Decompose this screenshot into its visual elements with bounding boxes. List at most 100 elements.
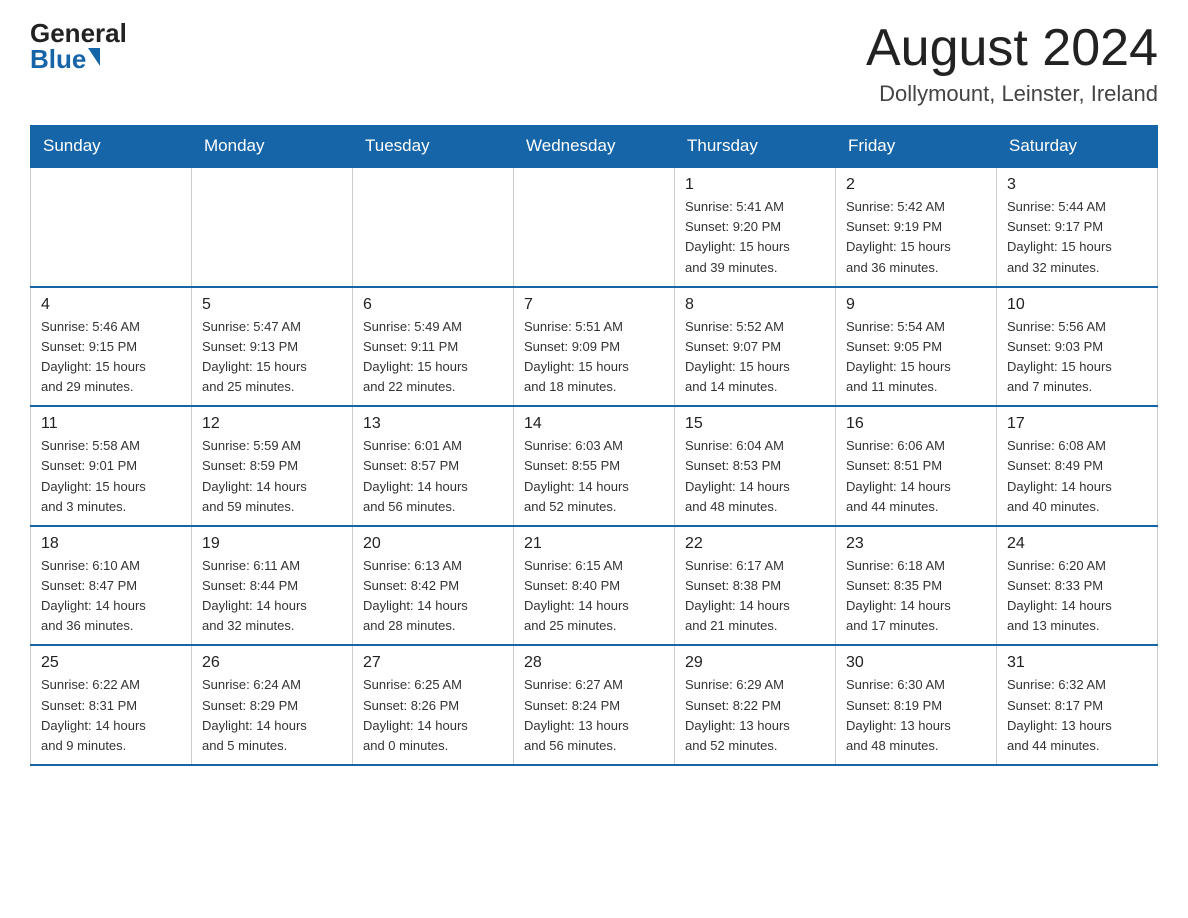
day-number: 31 — [1007, 654, 1147, 672]
calendar-cell: 27 Sunrise: 6:25 AM Sunset: 8:26 PM Dayli… — [353, 645, 514, 765]
calendar-cell — [353, 167, 514, 287]
calendar-cell: 17 Sunrise: 6:08 AM Sunset: 8:49 PM Dayli… — [997, 406, 1158, 526]
day-number: 10 — [1007, 296, 1147, 314]
day-number: 20 — [363, 535, 503, 553]
day-number: 3 — [1007, 176, 1147, 194]
day-info: Sunrise: 6:32 AM Sunset: 8:17 PM Dayligh… — [1007, 675, 1147, 756]
day-info: Sunrise: 6:17 AM Sunset: 8:38 PM Dayligh… — [685, 556, 825, 637]
calendar-week-row: 11 Sunrise: 5:58 AM Sunset: 9:01 PM Dayli… — [31, 406, 1158, 526]
day-info: Sunrise: 6:10 AM Sunset: 8:47 PM Dayligh… — [41, 556, 181, 637]
day-number: 6 — [363, 296, 503, 314]
day-number: 1 — [685, 176, 825, 194]
day-number: 12 — [202, 415, 342, 433]
calendar-week-row: 25 Sunrise: 6:22 AM Sunset: 8:31 PM Dayli… — [31, 645, 1158, 765]
day-number: 25 — [41, 654, 181, 672]
calendar-table: SundayMondayTuesdayWednesdayThursdayFrid… — [30, 125, 1158, 766]
calendar-cell: 12 Sunrise: 5:59 AM Sunset: 8:59 PM Dayli… — [192, 406, 353, 526]
calendar-cell — [31, 167, 192, 287]
title-block: August 2024 Dollymount, Leinster, Irelan… — [866, 20, 1158, 107]
day-info: Sunrise: 5:42 AM Sunset: 9:19 PM Dayligh… — [846, 197, 986, 278]
day-number: 30 — [846, 654, 986, 672]
logo-blue-text: Blue — [30, 46, 100, 72]
calendar-header-tuesday: Tuesday — [353, 126, 514, 168]
day-number: 11 — [41, 415, 181, 433]
day-number: 9 — [846, 296, 986, 314]
calendar-cell: 21 Sunrise: 6:15 AM Sunset: 8:40 PM Dayli… — [514, 526, 675, 646]
location-label: Dollymount, Leinster, Ireland — [866, 81, 1158, 107]
calendar-cell: 3 Sunrise: 5:44 AM Sunset: 9:17 PM Daylig… — [997, 167, 1158, 287]
calendar-cell: 24 Sunrise: 6:20 AM Sunset: 8:33 PM Dayli… — [997, 526, 1158, 646]
day-number: 7 — [524, 296, 664, 314]
calendar-header-saturday: Saturday — [997, 126, 1158, 168]
calendar-header-sunday: Sunday — [31, 126, 192, 168]
day-info: Sunrise: 6:30 AM Sunset: 8:19 PM Dayligh… — [846, 675, 986, 756]
day-info: Sunrise: 6:06 AM Sunset: 8:51 PM Dayligh… — [846, 436, 986, 517]
day-info: Sunrise: 6:20 AM Sunset: 8:33 PM Dayligh… — [1007, 556, 1147, 637]
day-info: Sunrise: 5:59 AM Sunset: 8:59 PM Dayligh… — [202, 436, 342, 517]
calendar-header-monday: Monday — [192, 126, 353, 168]
calendar-header-row: SundayMondayTuesdayWednesdayThursdayFrid… — [31, 126, 1158, 168]
day-info: Sunrise: 6:22 AM Sunset: 8:31 PM Dayligh… — [41, 675, 181, 756]
day-info: Sunrise: 6:13 AM Sunset: 8:42 PM Dayligh… — [363, 556, 503, 637]
logo-general-text: General — [30, 20, 127, 46]
calendar-cell: 23Sunrise: 6:18 AM Sunset: 8:35 PM Dayli… — [836, 526, 997, 646]
calendar-header-friday: Friday — [836, 126, 997, 168]
day-number: 22 — [685, 535, 825, 553]
day-info: Sunrise: 5:47 AM Sunset: 9:13 PM Dayligh… — [202, 317, 342, 398]
calendar-cell: 20 Sunrise: 6:13 AM Sunset: 8:42 PM Dayli… — [353, 526, 514, 646]
calendar-cell: 19 Sunrise: 6:11 AM Sunset: 8:44 PM Dayli… — [192, 526, 353, 646]
calendar-cell: 4Sunrise: 5:46 AM Sunset: 9:15 PM Daylig… — [31, 287, 192, 407]
calendar-cell: 26 Sunrise: 6:24 AM Sunset: 8:29 PM Dayli… — [192, 645, 353, 765]
day-number: 28 — [524, 654, 664, 672]
day-number: 5 — [202, 296, 342, 314]
calendar-cell: 5 Sunrise: 5:47 AM Sunset: 9:13 PM Daylig… — [192, 287, 353, 407]
day-info: Sunrise: 6:29 AM Sunset: 8:22 PM Dayligh… — [685, 675, 825, 756]
calendar-cell: 10Sunrise: 5:56 AM Sunset: 9:03 PM Dayli… — [997, 287, 1158, 407]
day-info: Sunrise: 6:27 AM Sunset: 8:24 PM Dayligh… — [524, 675, 664, 756]
day-info: Sunrise: 6:25 AM Sunset: 8:26 PM Dayligh… — [363, 675, 503, 756]
calendar-week-row: 1 Sunrise: 5:41 AM Sunset: 9:20 PM Daylig… — [31, 167, 1158, 287]
day-number: 16 — [846, 415, 986, 433]
day-info: Sunrise: 5:41 AM Sunset: 9:20 PM Dayligh… — [685, 197, 825, 278]
calendar-cell: 13Sunrise: 6:01 AM Sunset: 8:57 PM Dayli… — [353, 406, 514, 526]
day-number: 27 — [363, 654, 503, 672]
calendar-cell: 18 Sunrise: 6:10 AM Sunset: 8:47 PM Dayli… — [31, 526, 192, 646]
calendar-cell: 30 Sunrise: 6:30 AM Sunset: 8:19 PM Dayli… — [836, 645, 997, 765]
day-info: Sunrise: 6:15 AM Sunset: 8:40 PM Dayligh… — [524, 556, 664, 637]
day-info: Sunrise: 6:03 AM Sunset: 8:55 PM Dayligh… — [524, 436, 664, 517]
day-info: Sunrise: 6:24 AM Sunset: 8:29 PM Dayligh… — [202, 675, 342, 756]
calendar-cell: 7 Sunrise: 5:51 AM Sunset: 9:09 PM Daylig… — [514, 287, 675, 407]
calendar-cell — [192, 167, 353, 287]
calendar-cell: 6Sunrise: 5:49 AM Sunset: 9:11 PM Daylig… — [353, 287, 514, 407]
day-number: 26 — [202, 654, 342, 672]
calendar-cell: 31 Sunrise: 6:32 AM Sunset: 8:17 PM Dayli… — [997, 645, 1158, 765]
day-number: 19 — [202, 535, 342, 553]
calendar-cell: 2 Sunrise: 5:42 AM Sunset: 9:19 PM Daylig… — [836, 167, 997, 287]
day-number: 23 — [846, 535, 986, 553]
calendar-cell: 16 Sunrise: 6:06 AM Sunset: 8:51 PM Dayli… — [836, 406, 997, 526]
calendar-cell: 14Sunrise: 6:03 AM Sunset: 8:55 PM Dayli… — [514, 406, 675, 526]
page-header: General Blue August 2024 Dollymount, Lei… — [30, 20, 1158, 107]
day-number: 17 — [1007, 415, 1147, 433]
day-number: 8 — [685, 296, 825, 314]
day-number: 29 — [685, 654, 825, 672]
day-number: 24 — [1007, 535, 1147, 553]
month-title: August 2024 — [866, 20, 1158, 77]
day-info: Sunrise: 5:58 AM Sunset: 9:01 PM Dayligh… — [41, 436, 181, 517]
day-info: Sunrise: 5:51 AM Sunset: 9:09 PM Dayligh… — [524, 317, 664, 398]
calendar-cell: 25 Sunrise: 6:22 AM Sunset: 8:31 PM Dayli… — [31, 645, 192, 765]
day-number: 18 — [41, 535, 181, 553]
calendar-header-thursday: Thursday — [675, 126, 836, 168]
day-info: Sunrise: 5:44 AM Sunset: 9:17 PM Dayligh… — [1007, 197, 1147, 278]
day-number: 2 — [846, 176, 986, 194]
day-info: Sunrise: 6:11 AM Sunset: 8:44 PM Dayligh… — [202, 556, 342, 637]
calendar-cell: 29 Sunrise: 6:29 AM Sunset: 8:22 PM Dayli… — [675, 645, 836, 765]
day-number: 21 — [524, 535, 664, 553]
logo: General Blue — [30, 20, 127, 72]
calendar-cell: 22 Sunrise: 6:17 AM Sunset: 8:38 PM Dayli… — [675, 526, 836, 646]
day-info: Sunrise: 6:01 AM Sunset: 8:57 PM Dayligh… — [363, 436, 503, 517]
calendar-cell: 1 Sunrise: 5:41 AM Sunset: 9:20 PM Daylig… — [675, 167, 836, 287]
day-info: Sunrise: 6:08 AM Sunset: 8:49 PM Dayligh… — [1007, 436, 1147, 517]
day-info: Sunrise: 5:52 AM Sunset: 9:07 PM Dayligh… — [685, 317, 825, 398]
day-info: Sunrise: 6:04 AM Sunset: 8:53 PM Dayligh… — [685, 436, 825, 517]
